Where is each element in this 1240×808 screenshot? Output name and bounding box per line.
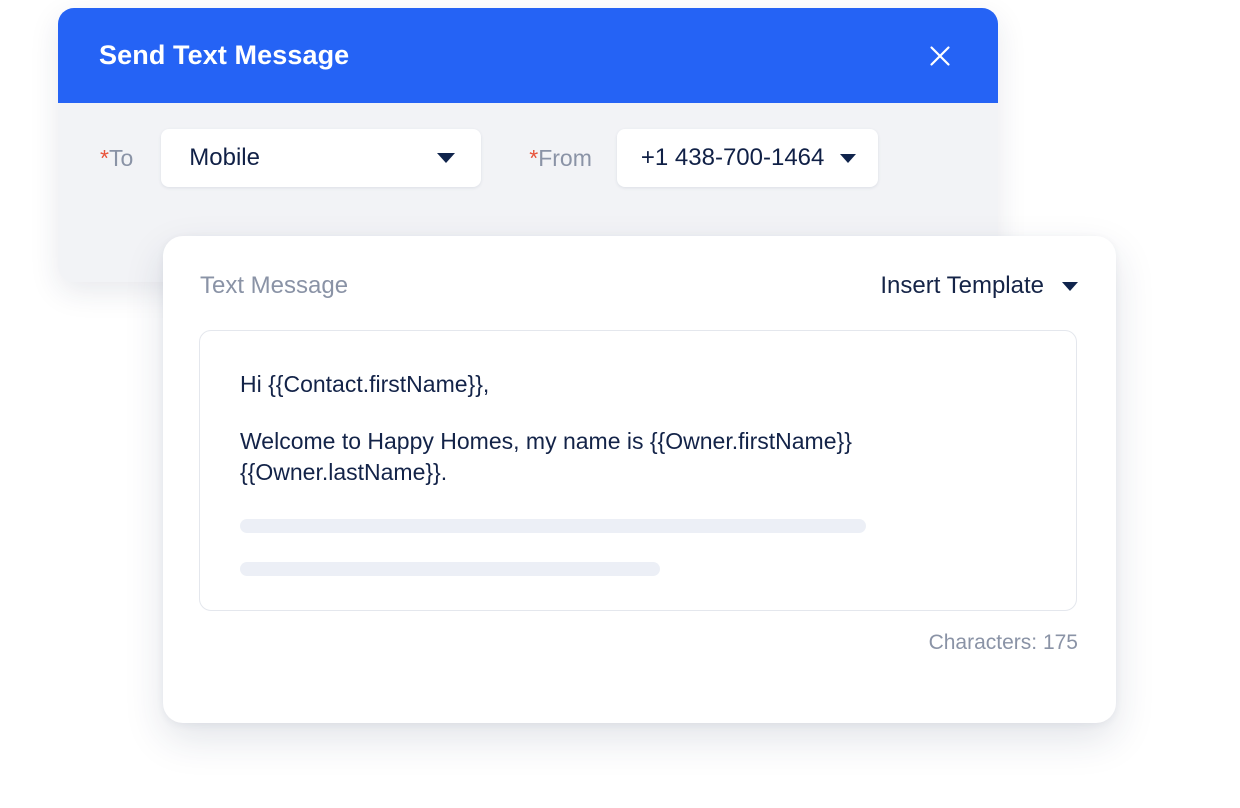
from-select-value: +1 438-700-1464 — [640, 144, 825, 171]
to-label-text: To — [108, 144, 134, 171]
chevron-down-icon — [1062, 281, 1078, 291]
close-button[interactable] — [920, 36, 960, 76]
chevron-down-icon — [437, 153, 456, 163]
insert-template-label: Insert Template — [880, 272, 1044, 299]
from-select[interactable]: +1 438-700-1464 — [616, 129, 879, 187]
to-select[interactable]: Mobile — [161, 129, 482, 187]
dialog-title: Send Text Message — [99, 40, 350, 70]
text-message-panel: Text Message Insert Template Hi {{Contac… — [163, 236, 1116, 723]
from-field-label: *From — [529, 144, 592, 171]
character-counter: Characters: 175 — [928, 631, 1078, 654]
from-label-text: From — [538, 144, 592, 171]
to-select-value: Mobile — [189, 144, 260, 171]
skeleton-line-1 — [240, 519, 866, 534]
message-textarea[interactable]: Hi {{Contact.firstName}}, Welcome to Hap… — [199, 330, 1077, 611]
message-line-1: Hi {{Contact.firstName}}, — [240, 371, 490, 397]
to-required-asterisk: * — [100, 144, 109, 171]
insert-template-dropdown[interactable]: Insert Template — [880, 274, 1078, 298]
dialog-header: Send Text Message — [58, 8, 998, 103]
skeleton-line-2 — [240, 562, 660, 577]
to-field-label: *To — [100, 144, 134, 171]
text-message-panel-header: Text Message Insert Template — [200, 274, 1078, 298]
chevron-down-icon — [840, 153, 857, 163]
message-line-2: Welcome to Happy Homes, my name is {{Own… — [240, 428, 852, 485]
from-required-asterisk: * — [529, 144, 539, 171]
close-icon — [927, 43, 953, 69]
recipient-form-row: *To Mobile *From +1 438-700-1464 — [58, 103, 998, 213]
text-message-label: Text Message — [200, 272, 349, 299]
screen: Send Text Message *To Mobile *From +1 43… — [0, 0, 1240, 808]
